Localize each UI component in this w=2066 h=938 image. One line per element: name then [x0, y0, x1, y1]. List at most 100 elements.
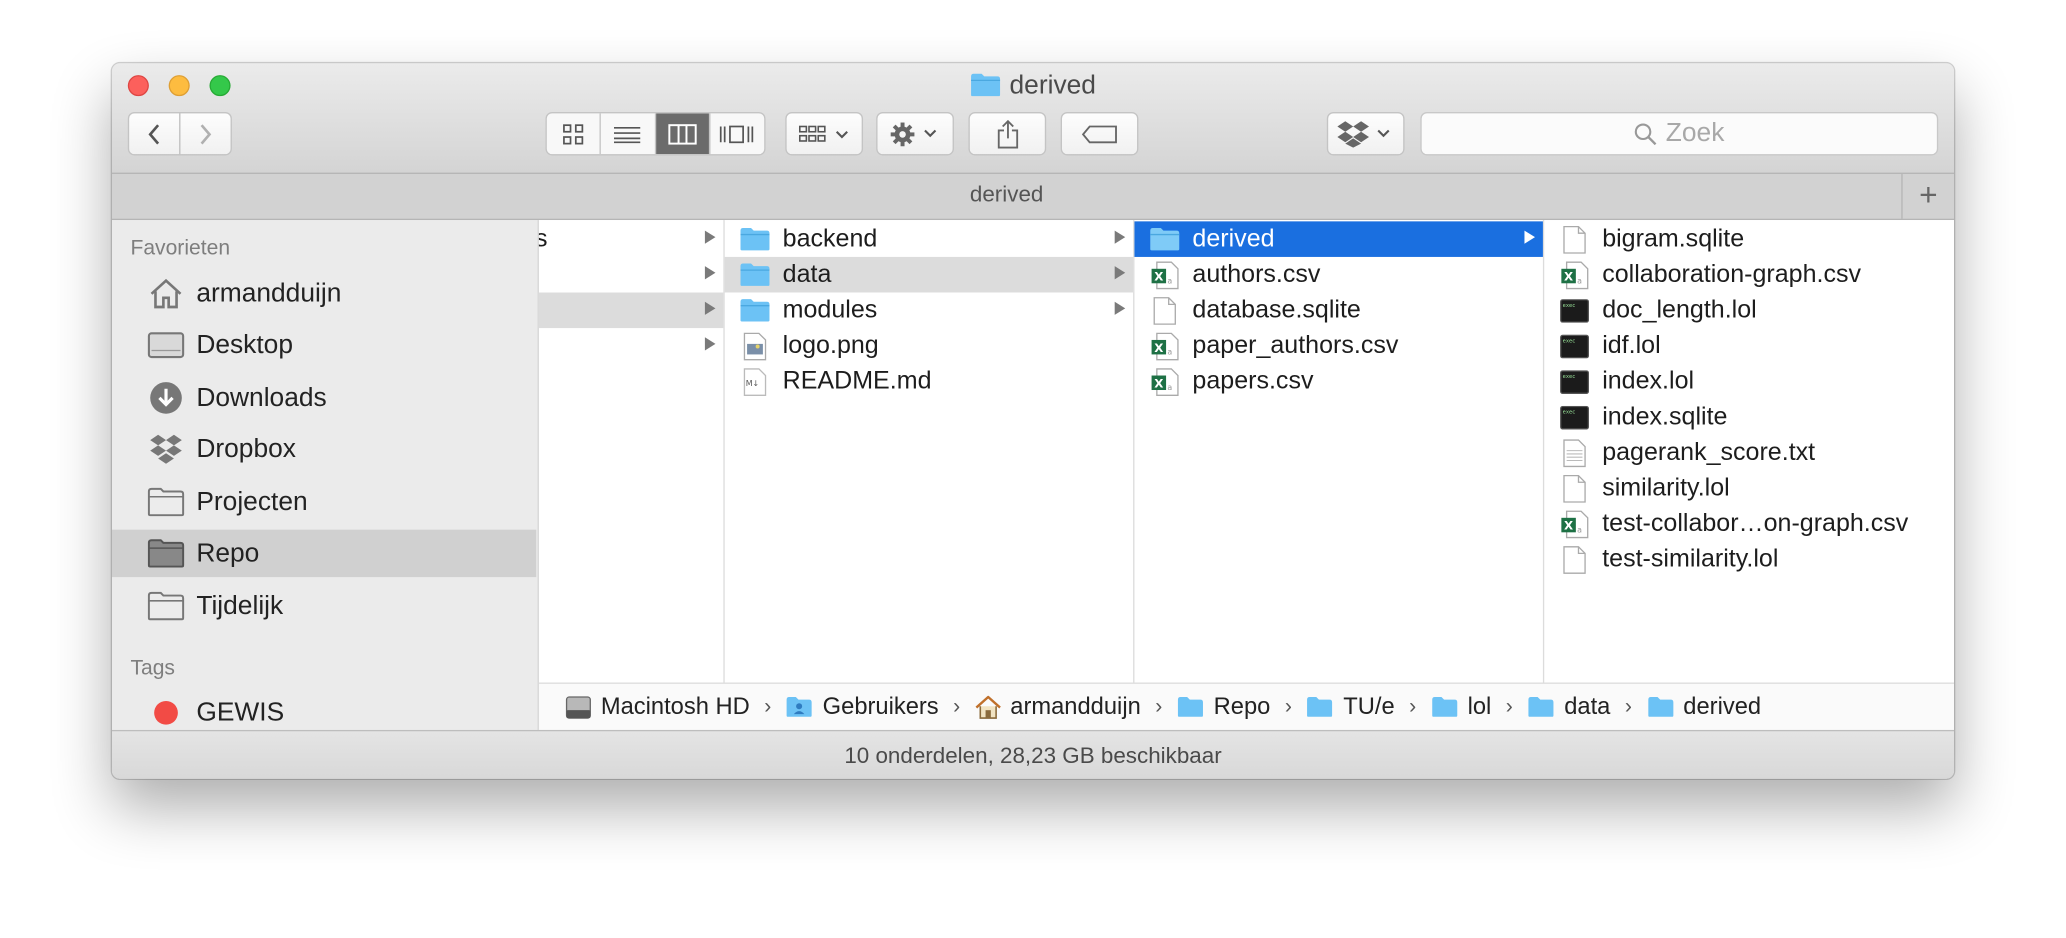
crumb-label: TU/e — [1343, 693, 1395, 720]
list-item[interactable]: Xa authors.csv — [1134, 257, 1542, 293]
crumb-armandduijn[interactable]: armandduijn — [975, 693, 1141, 721]
list-item[interactable]: database.sqlite — [1134, 293, 1542, 329]
path-separator: › — [953, 695, 961, 718]
desktop-icon — [147, 329, 185, 361]
list-item[interactable]: modules — [725, 293, 1133, 329]
file-name: idf.lol — [1602, 331, 1661, 360]
folder-icon — [970, 72, 1002, 105]
file-name: test-similarity.lol — [1602, 544, 1779, 573]
list-item[interactable]: Xa test-collabor…on-graph.csv — [1544, 506, 1954, 542]
forward-button[interactable] — [179, 111, 232, 156]
terminal-exec-icon: exec — [1557, 294, 1591, 326]
crumb-macintosh-hd[interactable]: Macintosh HD — [565, 693, 750, 721]
column-view-button[interactable] — [655, 113, 710, 155]
list-item[interactable]: Xa collaboration-graph.csv — [1544, 257, 1954, 293]
crumb-tue[interactable]: TU/e — [1306, 693, 1395, 721]
sidebar-item-desktop[interactable]: Desktop — [112, 321, 536, 368]
folder-icon — [738, 259, 772, 291]
list-item[interactable]: exec index.lol — [1544, 364, 1954, 400]
crumb-label: armandduijn — [1010, 693, 1141, 720]
search-field[interactable]: Zoek — [1420, 111, 1939, 156]
folder-icon — [147, 486, 185, 518]
dropbox-icon — [1336, 120, 1389, 147]
sidebar-item-repo[interactable]: Repo — [111, 529, 537, 578]
search-icon — [1635, 122, 1657, 145]
sidebar-item-tijdelijk[interactable]: Tijdelijk — [112, 582, 536, 629]
list-item[interactable] — [538, 292, 724, 329]
svg-text:a: a — [1167, 276, 1172, 285]
file-name: index.sqlite — [1602, 402, 1728, 431]
list-item[interactable]: similarity.lol — [1544, 470, 1954, 506]
crumb-lol[interactable]: lol — [1431, 693, 1491, 721]
path-separator: › — [764, 695, 772, 718]
folder-icon — [738, 294, 772, 326]
list-item[interactable]: test-similarity.lol — [1544, 542, 1954, 578]
file-name: similarity.lol — [1602, 473, 1730, 502]
crumb-label: Repo — [1213, 693, 1271, 720]
list-item[interactable]: Xa paper_authors.csv — [1134, 328, 1542, 364]
sidebar-item-armandduijn[interactable]: armandduijn — [112, 270, 536, 317]
home-icon — [975, 695, 1001, 719]
column-browser: s backend data modules — [538, 220, 1955, 683]
list-item[interactable]: M↓ README.md — [725, 364, 1133, 400]
svg-text:a: a — [1577, 525, 1582, 534]
list-item[interactable]: exec index.sqlite — [1544, 399, 1954, 435]
list-item[interactable]: exec idf.lol — [1544, 328, 1954, 364]
list-item[interactable]: data — [724, 256, 1134, 293]
list-item[interactable]: s — [539, 221, 723, 257]
svg-text:X: X — [1564, 518, 1573, 532]
status-text: 10 onderdelen, 28,23 GB beschikbaar — [844, 742, 1222, 768]
hard-drive-icon — [565, 695, 591, 719]
svg-text:exec: exec — [1563, 338, 1576, 344]
list-view-icon — [614, 126, 641, 143]
file-name: paper_authors.csv — [1192, 331, 1399, 360]
folder-icon — [738, 223, 772, 255]
column-2: backend data modules logo.png M↓ README.… — [724, 220, 1135, 683]
list-item[interactable] — [539, 328, 723, 364]
icon-view-icon — [563, 123, 584, 144]
csv-file-icon: Xa — [1148, 259, 1182, 291]
view-mode-switcher — [545, 111, 766, 156]
sidebar-item-projecten[interactable]: Projecten — [112, 478, 536, 525]
icon-view-button[interactable] — [547, 113, 602, 155]
dropbox-button[interactable] — [1326, 111, 1405, 156]
svg-text:M↓: M↓ — [746, 378, 759, 387]
list-item[interactable]: pagerank_score.txt — [1544, 435, 1954, 471]
file-name: authors.csv — [1192, 260, 1321, 288]
path-separator: › — [1284, 695, 1292, 718]
list-item[interactable]: Xa papers.csv — [1134, 364, 1542, 400]
path-separator: › — [1409, 695, 1417, 718]
text-file-icon — [1557, 437, 1591, 469]
list-item[interactable]: logo.png — [725, 328, 1133, 364]
share-button[interactable] — [968, 111, 1047, 156]
cover-flow-button[interactable] — [710, 113, 764, 154]
crumb-label: Macintosh HD — [600, 693, 750, 720]
tag-button[interactable] — [1060, 111, 1139, 156]
crumb-gebruikers[interactable]: Gebruikers — [786, 693, 939, 721]
action-button[interactable] — [876, 111, 954, 156]
list-item[interactable] — [539, 257, 723, 293]
tab-derived[interactable]: derived — [112, 182, 1901, 208]
svg-text:exec: exec — [1563, 302, 1576, 308]
sidebar-item-downloads[interactable]: Downloads — [112, 374, 536, 421]
terminal-exec-icon: exec — [1557, 366, 1591, 398]
crumb-repo[interactable]: Repo — [1177, 693, 1271, 721]
list-item[interactable]: exec doc_length.lol — [1544, 293, 1954, 329]
list-item[interactable]: derived — [1134, 221, 1543, 257]
crumb-data[interactable]: data — [1527, 693, 1610, 721]
users-folder-icon — [786, 696, 814, 718]
file-name: database.sqlite — [1192, 295, 1361, 324]
file-name: logo.png — [782, 331, 879, 360]
tag-item-gewis[interactable]: GEWIS — [112, 689, 536, 730]
sidebar-item-dropbox[interactable]: Dropbox — [112, 426, 536, 473]
terminal-exec-icon: exec — [1557, 401, 1591, 433]
file-name: data — [782, 260, 832, 288]
list-item[interactable]: backend — [725, 221, 1133, 257]
crumb-derived[interactable]: derived — [1646, 693, 1761, 721]
back-button[interactable] — [127, 111, 181, 156]
list-view-button[interactable] — [601, 113, 656, 155]
new-tab-button[interactable]: + — [1901, 173, 1954, 219]
arrange-button[interactable] — [785, 111, 864, 156]
list-item[interactable]: bigram.sqlite — [1544, 221, 1954, 257]
svg-text:a: a — [1167, 382, 1172, 391]
